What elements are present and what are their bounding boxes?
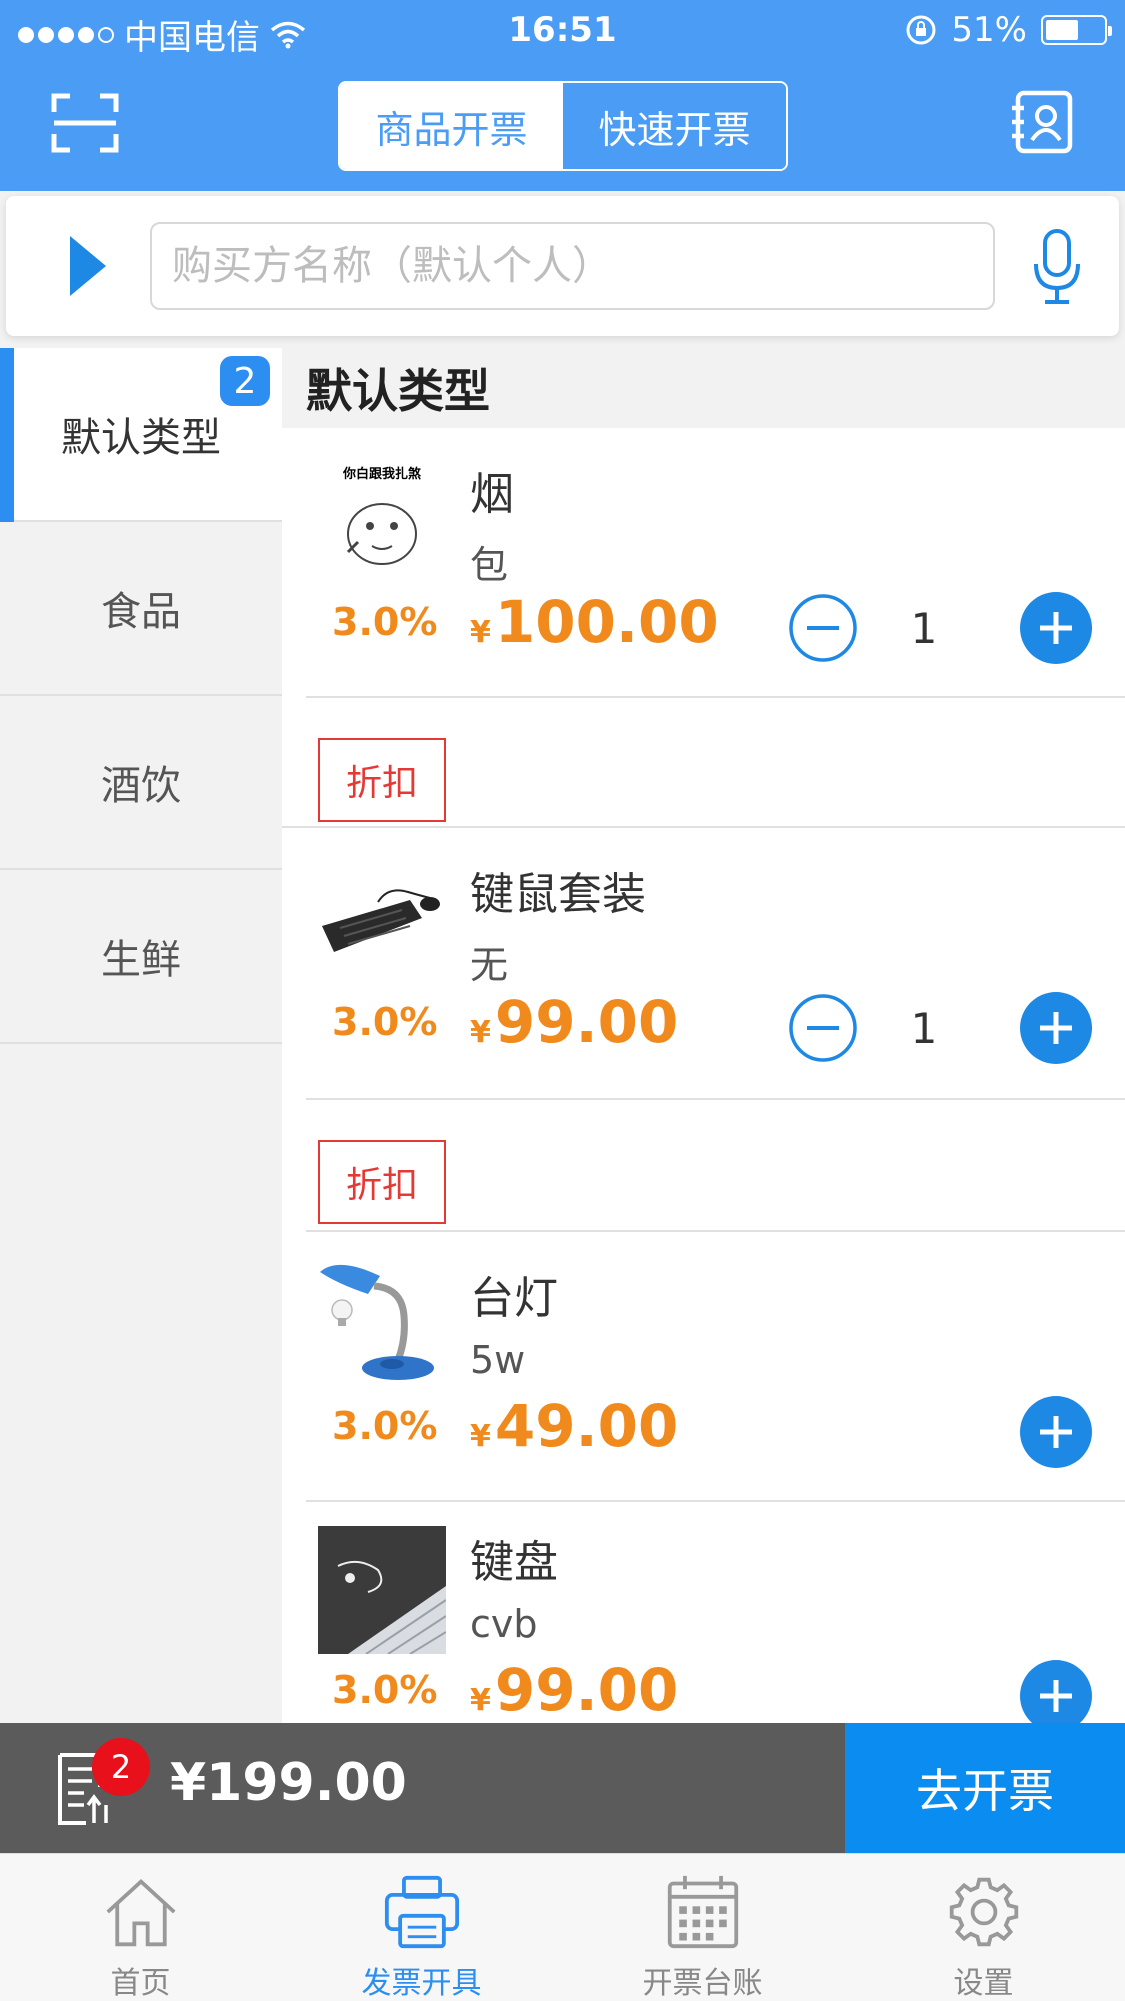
increase-quantity-button[interactable] xyxy=(1020,1396,1092,1468)
tab-goods-invoice[interactable]: 商品开票 xyxy=(340,83,563,169)
decrease-quantity-button[interactable] xyxy=(788,993,858,1063)
product-unit: 5w xyxy=(470,1338,526,1382)
product-unit: 无 xyxy=(470,943,509,987)
contacts-icon[interactable] xyxy=(1010,90,1074,154)
total-amount: ¥199.00 xyxy=(170,1753,407,1813)
sidebar-item-drinks[interactable]: 酒饮 xyxy=(0,696,282,870)
tab-settings[interactable]: 设置 xyxy=(843,1854,1124,2001)
tab-home[interactable]: 首页 xyxy=(0,1854,281,2001)
product-image xyxy=(318,856,446,984)
product-unit: cvb xyxy=(470,1602,538,1646)
discount-button[interactable]: 折扣 xyxy=(318,1140,446,1224)
invoice-mode-segment: 商品开票 快速开票 xyxy=(338,81,788,171)
category-label: 默认类型 xyxy=(61,415,221,461)
meme-caption: 你白跟我扎煞 xyxy=(342,466,422,482)
sidebar-item-fresh[interactable]: 生鲜 xyxy=(0,870,282,1044)
tax-rate: 3.0% xyxy=(332,600,438,644)
increase-quantity-button[interactable] xyxy=(1020,992,1092,1064)
home-icon xyxy=(105,1879,176,1947)
sidebar-item-food[interactable]: 食品 xyxy=(0,522,282,696)
battery-percent: 51% xyxy=(951,10,1027,50)
calendar-icon xyxy=(667,1875,738,1949)
divider xyxy=(306,1098,1125,1100)
quantity-value: 1 xyxy=(910,1004,938,1053)
rotation-lock-icon xyxy=(906,15,936,45)
product-name: 烟 xyxy=(470,469,514,520)
list-item: 键鼠套装 无 3.0% ¥99.00 1 折扣 xyxy=(282,828,1125,1248)
product-name: 键盘 xyxy=(470,1537,558,1588)
battery-icon xyxy=(1041,15,1112,45)
product-name: 键鼠套装 xyxy=(470,869,646,920)
decrease-quantity-button[interactable] xyxy=(788,593,858,663)
tab-issue-invoice[interactable]: 发票开具 xyxy=(281,1854,562,2001)
increase-quantity-button[interactable] xyxy=(1020,592,1092,664)
buyer-name-input[interactable] xyxy=(150,222,995,310)
tab-label: 开票台账 xyxy=(642,1966,763,2001)
tab-quick-invoice[interactable]: 快速开票 xyxy=(563,83,786,169)
divider xyxy=(306,696,1125,698)
quantity-value: 1 xyxy=(910,604,938,653)
product-image: 你白跟我扎煞 xyxy=(318,456,446,584)
category-sidebar: 默认类型 2 食品 酒饮 生鲜 xyxy=(0,348,282,1723)
tab-invoice-ledger[interactable]: 开票台账 xyxy=(562,1854,843,2001)
product-price: ¥99.00 xyxy=(470,1656,679,1723)
category-label: 食品 xyxy=(101,589,181,635)
increase-quantity-button[interactable] xyxy=(1020,1660,1092,1723)
app-header: 中国电信 16:51 51% 商品开票 快速开票 xyxy=(0,0,1125,191)
issue-invoice-button[interactable]: 去开票 xyxy=(845,1723,1125,1853)
product-price: ¥49.00 xyxy=(470,1392,679,1460)
tab-label: 首页 xyxy=(110,1966,171,2001)
gear-icon xyxy=(949,1877,1018,1947)
tax-rate: 3.0% xyxy=(332,1404,438,1448)
product-image xyxy=(318,1526,446,1654)
printer-icon xyxy=(384,1875,459,1949)
status-bar: 中国电信 16:51 51% xyxy=(0,0,1125,60)
tax-rate: 3.0% xyxy=(332,1668,438,1712)
category-label: 酒饮 xyxy=(101,763,181,809)
tax-rate: 3.0% xyxy=(332,1000,438,1044)
microphone-icon[interactable] xyxy=(1032,228,1082,306)
category-label: 生鲜 xyxy=(101,937,181,983)
list-item: 键盘 cvb 3.0% ¥99.00 xyxy=(282,1502,1125,1723)
tab-label: 发票开具 xyxy=(361,1966,482,2001)
list-item: 台灯 5w 3.0% ¥49.00 xyxy=(282,1232,1125,1502)
active-indicator xyxy=(0,348,14,522)
bottom-tab-bar: 首页 发票开具 开票台账 设置 xyxy=(0,1853,1125,2001)
section-title: 默认类型 xyxy=(282,348,1125,428)
product-image xyxy=(318,1260,446,1388)
sidebar-item-default[interactable]: 默认类型 2 xyxy=(0,348,282,522)
product-unit: 包 xyxy=(470,543,509,587)
checkout-bar: 2 ¥199.00 去开票 xyxy=(0,1723,1125,1853)
product-price: ¥99.00 xyxy=(470,988,679,1056)
play-icon[interactable] xyxy=(68,234,108,298)
product-list: 默认类型 你白跟我扎煞 烟 包 3.0% ¥100.00 1 折扣 键鼠套装 无… xyxy=(282,348,1125,1723)
discount-button[interactable]: 折扣 xyxy=(318,738,446,822)
scan-icon[interactable] xyxy=(50,92,120,154)
product-name: 台灯 xyxy=(470,1273,558,1324)
buyer-bar xyxy=(6,196,1119,336)
category-count-badge: 2 xyxy=(220,356,270,406)
item-count-badge: 2 xyxy=(92,1738,150,1796)
product-price: ¥100.00 xyxy=(470,588,719,656)
tab-label: 设置 xyxy=(953,1966,1014,2001)
